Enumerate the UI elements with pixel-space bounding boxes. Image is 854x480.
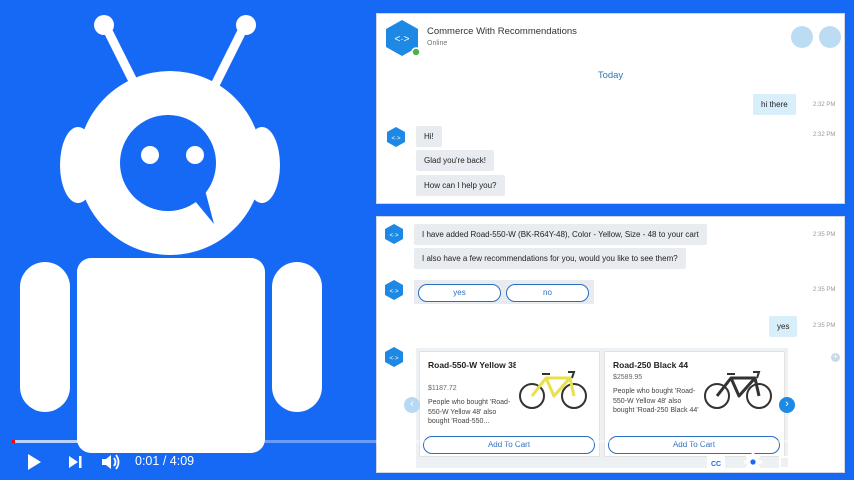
option-no-button[interactable]: no [506,284,589,302]
bot-avatar-icon: <·> [387,127,405,147]
chat-status: Online [427,40,448,47]
played-bar [12,440,16,443]
settings-icon[interactable] [743,452,763,472]
product-title: Road-550-W Yellow 38 [428,360,518,370]
bot-message: How can I help you? [416,175,505,196]
video-call-icon[interactable] [791,26,813,48]
svg-text:<·>: <·> [391,136,401,142]
time-separator: / [159,454,170,468]
timecode: 0:01 / 4:09 [135,454,194,468]
message-time: 2:35 PM [813,232,836,238]
volume-icon[interactable] [100,452,122,472]
time-total: 4:09 [169,454,195,468]
theater-icon[interactable] [778,452,800,472]
bot-message: I have added Road-550-W (BK-R64Y-48), Co… [414,224,707,245]
svg-text:<·>: <·> [394,34,409,45]
bot-avatar-icon: <·> [385,224,403,244]
bot-avatar-icon: <·> [385,280,403,300]
subtitles-icon[interactable]: CC [706,452,726,472]
user-message: yes [769,316,798,337]
product-description: People who bought 'Road-550-W Yellow 48'… [428,399,511,425]
svg-text:<·>: <·> [389,233,399,239]
bot-message: Glad you're back! [416,150,495,171]
bot-avatar-icon: <·> [386,20,421,57]
bike-image [516,358,590,416]
product-description: People who bought 'Road-550-W Yellow 48'… [613,388,699,414]
play-icon[interactable] [24,452,44,472]
date-divider: Today [597,70,624,81]
buffered-bar [12,440,212,443]
add-to-cart-button[interactable]: Add To Cart [423,436,595,454]
chat-title: Commerce With Recommendations [427,26,577,37]
message-time: 2:32 PM [813,102,836,108]
svg-text:CC: CC [711,461,721,468]
chat-panel-bottom: <·> I have added Road-550-W (BK-R64Y-48)… [376,216,845,473]
bot-message: I also have a few recommendations for yo… [414,248,686,269]
bike-image [701,358,775,416]
next-icon[interactable] [66,452,84,472]
carousel-prev-icon[interactable]: ‹ [404,397,420,413]
user-message: hi there [753,94,796,115]
product-title: Road-250 Black 44 [613,360,689,370]
option-yes-button[interactable]: yes [418,284,501,302]
message-time: 2:32 PM [813,132,836,138]
fullscreen-icon[interactable] [814,452,834,472]
message-time: 2:35 PM [813,323,836,329]
product-price: $1187.72 [428,385,457,392]
svg-text:<·>: <·> [389,289,399,295]
bot-message: Hi! [416,126,442,147]
product-price: $2589.95 [613,374,643,381]
expand-icon[interactable]: + [831,353,840,362]
svg-text:<·>: <·> [389,356,399,362]
chat-panel-top: <·> Commerce With Recommendations Online… [376,13,845,204]
bot-avatar-icon: <·> [385,347,403,367]
message-time: 2:35 PM [813,287,836,293]
time-current: 0:01 [135,454,160,468]
robot-logo [20,15,322,453]
phone-icon[interactable] [819,26,841,48]
carousel-next-icon[interactable]: › [779,397,795,413]
